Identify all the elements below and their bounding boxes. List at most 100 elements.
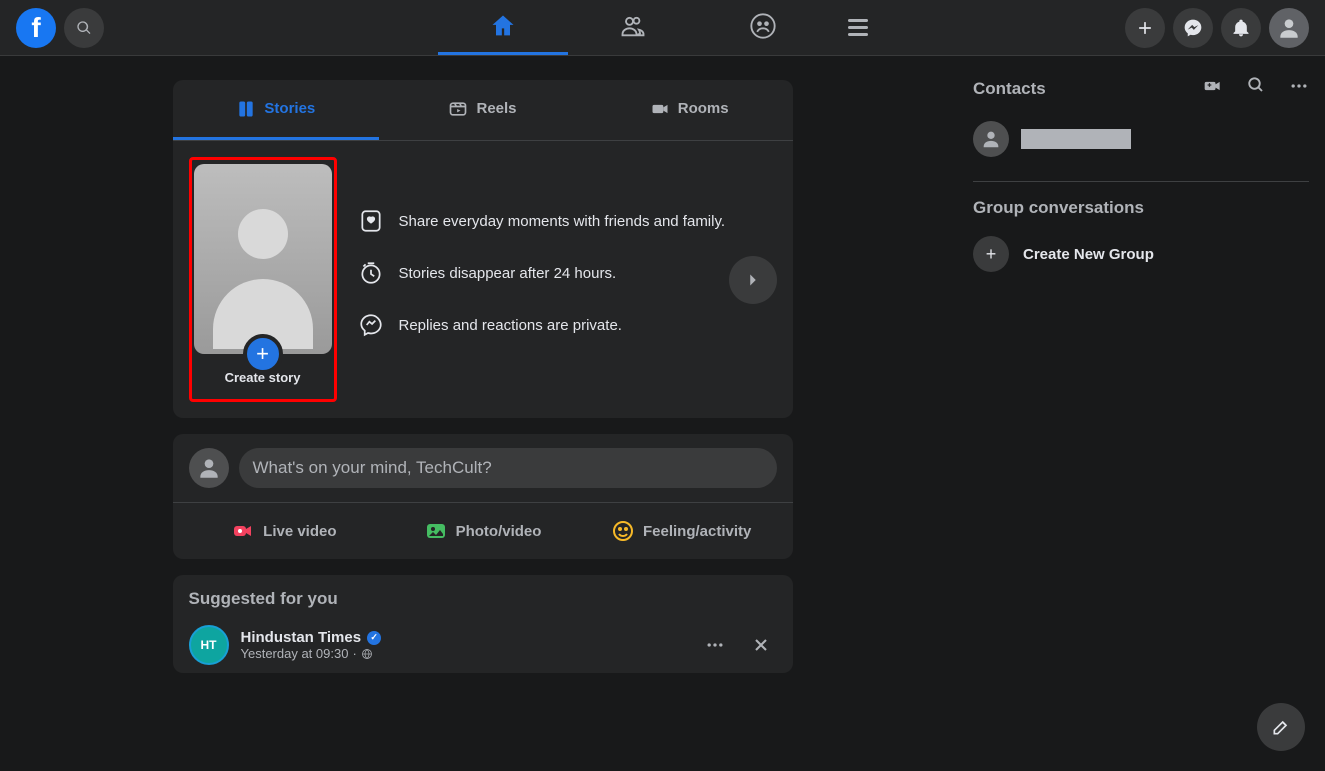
messenger-outline-icon [357,311,385,339]
story-placeholder-person [213,209,313,349]
create-new-group-button[interactable]: + Create New Group [973,228,1309,280]
contacts-header: Contacts [973,76,1309,101]
story-avatar-box: + [194,164,332,354]
ellipsis-icon [1289,76,1309,96]
stories-card: Stories Reels Rooms [173,80,793,418]
new-room-button[interactable] [1203,76,1223,101]
nav-groups[interactable] [698,0,828,55]
live-video-button[interactable]: Live video [185,511,384,551]
meta-separator: · [352,646,356,661]
create-group-label: Create New Group [1023,246,1154,263]
create-button[interactable] [1125,8,1165,48]
person-icon [980,128,1002,150]
notifications-button[interactable] [1221,8,1261,48]
clock-icon [357,259,385,287]
suggested-meta: Yesterday at 09:30 · [241,646,687,661]
contact-avatar [973,121,1009,157]
verified-icon: ✓ [367,631,381,645]
photo-video-button[interactable]: Photo/video [383,511,582,551]
messenger-icon [1183,18,1203,38]
suggested-avatar: HT [189,625,229,665]
right-panel: Contacts [965,56,1325,771]
ellipsis-icon [705,635,725,655]
composer-placeholder: What's on your mind, TechCult? [253,458,492,478]
contact-item[interactable] [973,113,1309,165]
photo-icon [424,519,448,543]
live-video-label: Live video [263,523,336,540]
topbar-center-nav [438,0,888,55]
close-button[interactable] [745,629,777,661]
photo-video-label: Photo/video [456,523,542,540]
person-icon [196,455,222,481]
composer-avatar[interactable] [189,448,229,488]
search-contacts-button[interactable] [1247,76,1265,101]
tab-reels-label: Reels [476,100,516,117]
composer-card: What's on your mind, TechCult? Live vide… [173,434,793,559]
suggested-item[interactable]: HT Hindustan Times ✓ Yesterday at 09:30 … [173,617,793,673]
create-story-card[interactable]: + Create story [189,157,337,402]
tab-rooms-label: Rooms [678,100,729,117]
bell-icon [1231,18,1251,38]
home-icon [489,12,517,40]
suggested-card: Suggested for you HT Hindustan Times ✓ Y… [173,575,793,673]
stories-tabs: Stories Reels Rooms [173,80,793,141]
nav-friends[interactable] [568,0,698,55]
edit-icon [1271,717,1291,737]
search-icon [76,20,92,36]
content: Stories Reels Rooms [0,56,1325,771]
groups-icon [749,12,777,40]
close-icon [751,635,771,655]
globe-icon [361,648,373,660]
contacts-options-button[interactable] [1289,76,1309,101]
contacts-header-actions [1203,76,1309,101]
plus-circle-icon: + [973,236,1009,272]
account-button[interactable] [1269,8,1309,48]
suggested-name-row: Hindustan Times ✓ [241,629,687,646]
contacts-section: Contacts [973,76,1309,280]
composer-top: What's on your mind, TechCult? [173,434,793,503]
new-message-fab[interactable] [1257,703,1305,751]
search-button[interactable] [64,8,104,48]
feeling-activity-label: Feeling/activity [643,523,751,540]
nav-menu[interactable] [828,0,888,55]
tab-stories-label: Stories [264,100,315,117]
person-icon [1276,15,1302,41]
friends-icon [619,12,647,40]
smiley-icon [611,519,635,543]
plus-icon [1135,18,1155,38]
video-plus-icon [1203,76,1223,96]
composer-input[interactable]: What's on your mind, TechCult? [239,448,777,488]
suggested-timestamp: Yesterday at 09:30 [241,646,349,661]
story-info-text-2: Stories disappear after 24 hours. [399,265,617,282]
chevron-right-icon [742,269,764,291]
story-info-row-3: Replies and reactions are private. [357,311,726,339]
nav-home[interactable] [438,0,568,55]
suggested-name: Hindustan Times [241,629,362,646]
tab-stories[interactable]: Stories [173,80,380,140]
more-options-button[interactable] [699,629,731,661]
facebook-logo[interactable]: f [16,8,56,48]
stories-next-button[interactable] [729,256,777,304]
top-bar: f [0,0,1325,56]
stories-icon [236,99,256,119]
story-info-row-2: Stories disappear after 24 hours. [357,259,726,287]
live-video-icon [231,519,255,543]
topbar-right [1125,8,1309,48]
reels-icon [448,99,468,119]
book-heart-icon [357,207,385,235]
story-info-row-1: Share everyday moments with friends and … [357,207,726,235]
story-info-text-3: Replies and reactions are private. [399,317,622,334]
messenger-button[interactable] [1173,8,1213,48]
stories-body: + Create story Share everyday moments wi… [173,141,793,418]
contacts-title: Contacts [973,79,1046,99]
story-info-list: Share everyday moments with friends and … [357,207,726,339]
tab-rooms[interactable]: Rooms [586,80,793,140]
suggested-actions [699,629,777,661]
suggested-info: Hindustan Times ✓ Yesterday at 09:30 · [241,629,687,661]
feeling-activity-button[interactable]: Feeling/activity [582,511,781,551]
tab-reels[interactable]: Reels [379,80,586,140]
search-icon [1247,76,1265,94]
composer-actions: Live video Photo/video Feeling/activity [173,503,793,559]
story-info-text-1: Share everyday moments with friends and … [399,213,726,230]
group-conv-title: Group conversations [973,198,1309,218]
